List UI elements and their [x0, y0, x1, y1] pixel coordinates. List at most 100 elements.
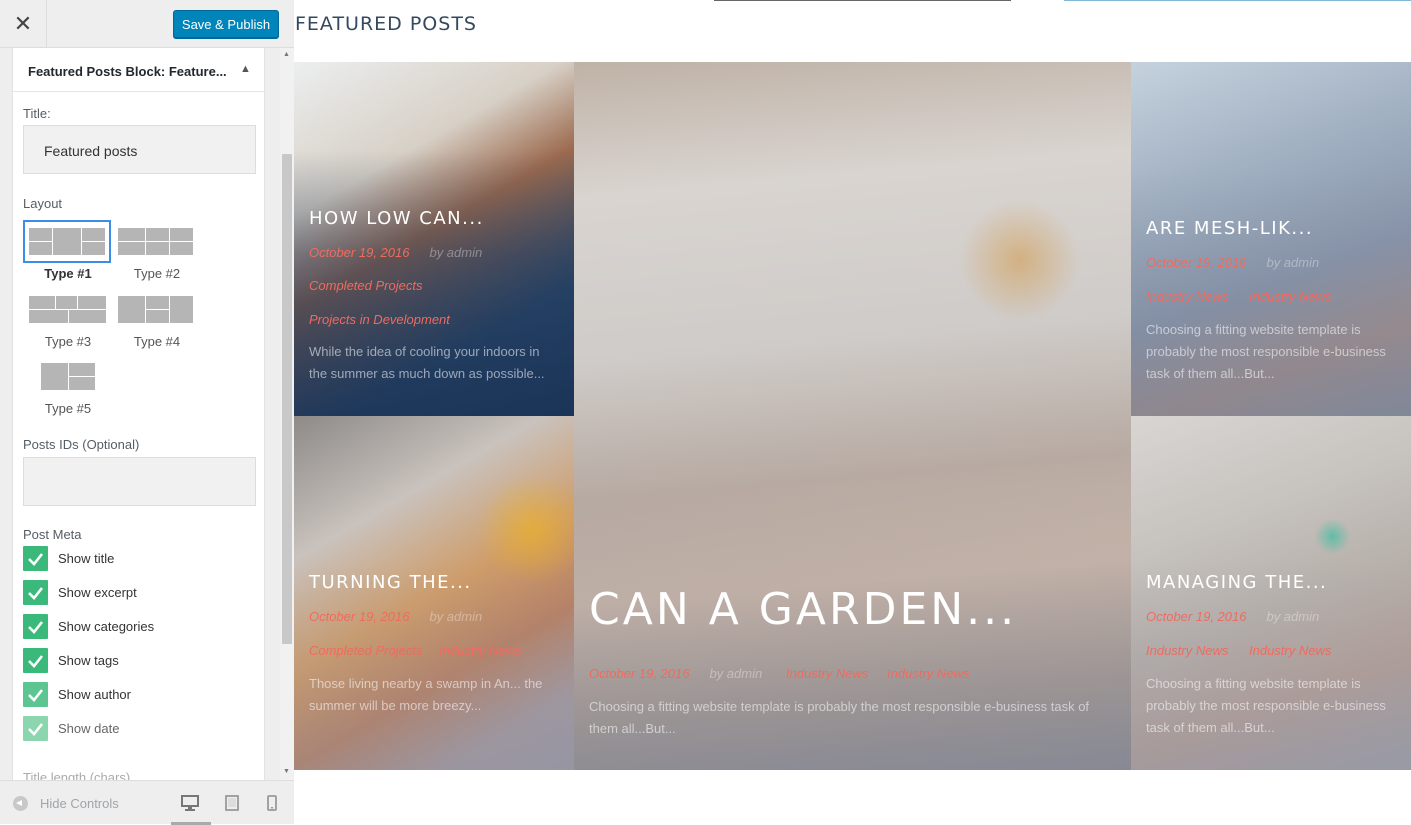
top-divider-accent — [1064, 0, 1411, 1]
scrollbar-thumb[interactable] — [282, 154, 292, 644]
post-category[interactable]: Industry News — [887, 666, 969, 681]
sidebar-header: ✕ Save & Publish — [0, 0, 294, 48]
post-meta: October 19, 2016 by admin — [309, 245, 482, 260]
post-author[interactable]: by admin — [709, 666, 762, 681]
post-date[interactable]: October 19, 2016 — [309, 609, 409, 624]
layout-type-5[interactable]: Type #5 — [23, 355, 113, 419]
tablet-preview-icon[interactable] — [225, 795, 239, 816]
post-tile[interactable]: TURNING THE... October 19, 2016 by admin … — [294, 416, 574, 770]
hide-controls-button[interactable]: Hide Controls — [13, 796, 119, 811]
layout-type-3[interactable]: Type #3 — [23, 288, 113, 352]
title-input-value: Featured posts — [44, 143, 138, 159]
hide-controls-label: Hide Controls — [40, 796, 119, 811]
layout-type-2-label: Type #2 — [133, 266, 181, 281]
layout-type-1-label: Type #1 — [44, 266, 92, 281]
layout-type-3-label: Type #3 — [44, 334, 92, 349]
layout-type-2-thumb — [112, 220, 200, 263]
post-title[interactable]: HOW LOW CAN... — [309, 208, 484, 229]
post-category[interactable]: Industry News — [439, 643, 521, 658]
show-author-checkbox[interactable]: Show author — [23, 682, 253, 708]
layout-type-3-thumb — [23, 288, 111, 331]
collapse-arrow-icon[interactable]: ▲ — [240, 63, 251, 75]
show-title-label: Show title — [58, 551, 115, 566]
show-excerpt-label: Show excerpt — [58, 585, 137, 600]
checkbox-checked-icon — [23, 682, 48, 707]
post-author[interactable]: by admin — [1266, 609, 1319, 624]
sidebar-scrollbar[interactable]: ▲ ▼ — [280, 48, 294, 780]
show-tags-checkbox[interactable]: Show tags — [23, 648, 253, 674]
checkbox-checked-icon — [23, 614, 48, 639]
widget-panel: Featured Posts Block: Feature... ▲ Title… — [12, 48, 265, 780]
site-preview: FEATURED POSTS HOW LOW CAN... October 19… — [294, 0, 1411, 824]
post-title[interactable]: MANAGING THE... — [1146, 572, 1327, 593]
post-category[interactable]: Industry News — [1146, 643, 1228, 658]
post-category[interactable]: Industry News — [786, 666, 868, 681]
show-categories-checkbox[interactable]: Show categories — [23, 614, 253, 640]
layout-label: Layout — [23, 196, 63, 211]
post-date[interactable]: October 19, 2016 — [589, 666, 689, 681]
close-icon[interactable]: ✕ — [0, 0, 47, 48]
post-tile-featured[interactable]: CAN A GARDEN... October 19, 2016 by admin… — [574, 62, 1131, 770]
show-categories-label: Show categories — [58, 619, 155, 634]
collapse-icon — [13, 796, 28, 811]
posts-ids-input[interactable] — [23, 457, 256, 506]
post-category[interactable]: Industry News — [1146, 289, 1228, 304]
section-title: FEATURED POSTS — [295, 13, 477, 35]
top-divider — [714, 0, 1011, 1]
layout-type-1[interactable]: Type #1 — [23, 220, 113, 284]
show-excerpt-checkbox[interactable]: Show excerpt — [23, 580, 253, 606]
layout-type-1-thumb — [23, 220, 111, 263]
post-date[interactable]: October 19, 2016 — [309, 245, 409, 260]
posts-ids-label: Posts IDs (Optional) — [23, 437, 140, 452]
checkbox-checked-icon — [23, 648, 48, 673]
show-tags-label: Show tags — [58, 653, 119, 668]
widget-title: Featured Posts Block: Feature... — [28, 64, 227, 79]
save-publish-button[interactable]: Save & Publish — [173, 10, 279, 38]
layout-type-4-thumb — [112, 288, 200, 331]
sidebar-footer: Hide Controls — [0, 780, 294, 825]
scroll-up-icon[interactable]: ▲ — [283, 51, 290, 58]
mobile-preview-icon[interactable] — [267, 795, 277, 816]
show-date-checkbox[interactable]: Show date — [23, 716, 253, 742]
post-excerpt: While the idea of cooling your indoors i… — [309, 344, 545, 381]
title-label: Title: — [23, 106, 51, 121]
layout-type-2[interactable]: Type #2 — [112, 220, 202, 284]
post-excerpt: Choosing a fitting website template is p… — [1146, 322, 1386, 381]
post-title[interactable]: CAN A GARDEN... — [589, 584, 1017, 635]
title-length-label: Title length (chars) — [23, 770, 131, 780]
post-excerpt: Choosing a fitting website template is p… — [589, 699, 1090, 736]
checkbox-checked-icon — [23, 716, 48, 741]
post-author[interactable]: by admin — [429, 609, 482, 624]
checkbox-checked-icon — [23, 546, 48, 571]
layout-type-4-label: Type #4 — [133, 334, 181, 349]
layout-type-4[interactable]: Type #4 — [112, 288, 202, 352]
layout-type-5-thumb — [23, 355, 111, 398]
post-tile[interactable]: ARE MESH-LIK... October 19, 2016 by admin… — [1131, 62, 1411, 416]
desktop-preview-icon[interactable] — [181, 795, 199, 816]
post-meta: October 19, 2016 by admin — [1146, 255, 1319, 270]
post-date[interactable]: October 19, 2016 — [1146, 255, 1246, 270]
post-title[interactable]: TURNING THE... — [309, 572, 472, 593]
post-category[interactable]: Completed Projects — [309, 278, 422, 293]
post-category[interactable]: Projects in Development — [309, 312, 450, 327]
post-meta: October 19, 2016 by admin — [589, 666, 762, 681]
post-meta: October 19, 2016 by admin — [1146, 609, 1319, 624]
post-category[interactable]: Industry News — [1249, 289, 1331, 304]
checkbox-checked-icon — [23, 580, 48, 605]
post-category[interactable]: Industry News — [1249, 643, 1331, 658]
show-date-label: Show date — [58, 721, 120, 736]
post-author[interactable]: by admin — [429, 245, 482, 260]
show-author-label: Show author — [58, 687, 131, 702]
customizer-sidebar: ✕ Save & Publish Featured Posts Block: F… — [0, 0, 294, 825]
post-category[interactable]: Completed Projects — [309, 643, 422, 658]
scroll-down-icon[interactable]: ▼ — [283, 768, 290, 775]
post-author[interactable]: by admin — [1266, 255, 1319, 270]
title-input[interactable]: Featured posts — [23, 125, 256, 174]
post-tile[interactable]: HOW LOW CAN... October 19, 2016 by admin … — [294, 62, 574, 416]
post-date[interactable]: October 19, 2016 — [1146, 609, 1246, 624]
post-tile[interactable]: MANAGING THE... October 19, 2016 by admin… — [1131, 416, 1411, 770]
show-title-checkbox[interactable]: Show title — [23, 546, 253, 572]
post-title[interactable]: ARE MESH-LIK... — [1146, 218, 1313, 239]
post-excerpt: Choosing a fitting website template is p… — [1146, 676, 1386, 735]
widget-title-bar[interactable]: Featured Posts Block: Feature... ▲ — [13, 48, 264, 92]
